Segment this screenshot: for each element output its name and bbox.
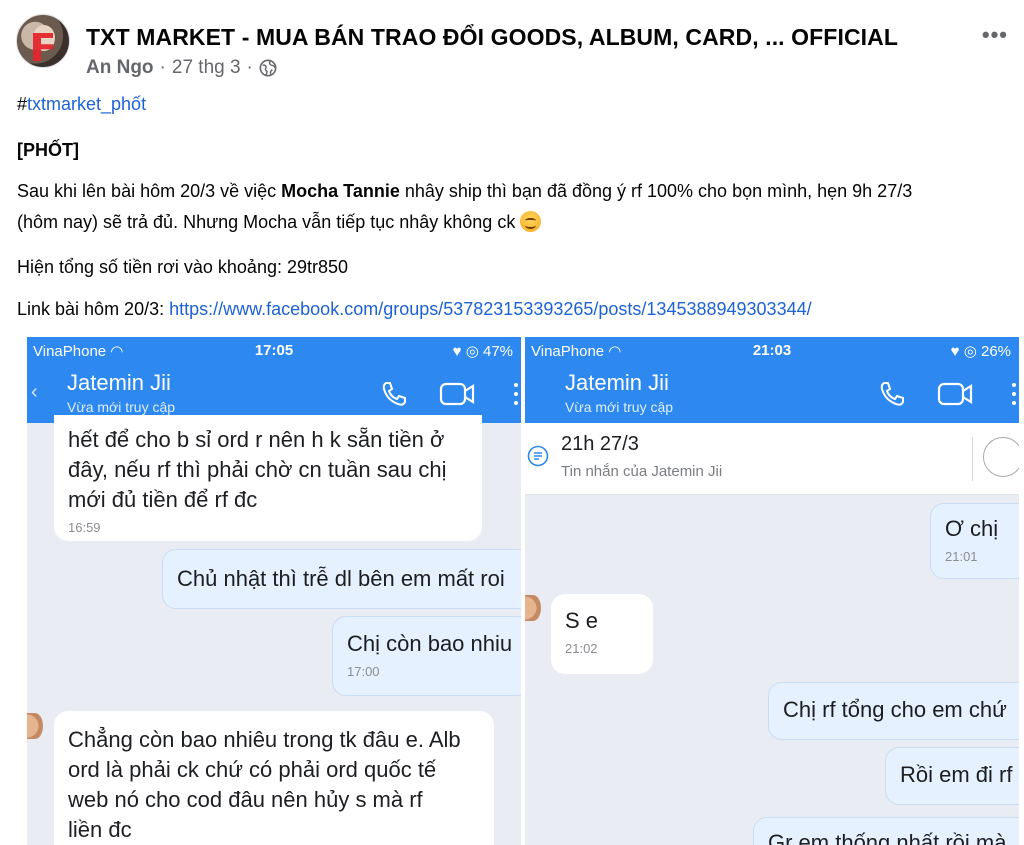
- message-line: S e: [565, 608, 599, 633]
- back-icon: ‹: [31, 381, 38, 403]
- seller-name: Mocha Tannie: [281, 181, 400, 201]
- message-time: 21:01: [945, 549, 978, 564]
- carrier: VinaPhone ◠: [531, 342, 621, 360]
- message-bubble-outgoing: Chủ nhật thì trễ dl bên em mất roi: [162, 549, 521, 609]
- video-call-icon: [937, 382, 973, 406]
- reminder-subtitle: Tin nhắn của Jatemin Jii: [561, 463, 723, 480]
- contact-avatar-icon: [27, 713, 43, 739]
- message-bubble-incoming: Chẳng còn bao nhiêu trong tk đâu e. Alb …: [54, 711, 494, 845]
- wifi-icon: ◠: [608, 343, 622, 360]
- message-bubble-outgoing: Chị còn bao nhiu 17:00: [332, 616, 521, 696]
- contact-avatar-icon: [525, 595, 541, 621]
- phone-call-icon: [382, 382, 406, 406]
- post-paragraph-1-line-2: (hôm nay) sẽ trả đủ. Nhưng Mocha vẫn tiế…: [17, 207, 542, 237]
- chevron-down-icon[interactable]: [983, 437, 1019, 477]
- chat-screenshot-left[interactable]: VinaPhone ◠ 17:05 ♥ ◎ 47% ‹ Jatemin Jii …: [27, 337, 521, 845]
- status-bar: VinaPhone ◠ 21:03 ♥ ◎ 26%: [525, 337, 1019, 363]
- presence-status: Vừa mới truy cập: [565, 399, 674, 415]
- reminder-list-icon: [527, 445, 549, 467]
- post-paragraph-1-line-1: Sau khi lên bài hôm 20/3 về việc Mocha T…: [17, 176, 912, 206]
- group-name-link[interactable]: TXT MARKET - MUA BÁN TRAO ĐỔI GOODS, ALB…: [86, 24, 898, 51]
- status-bar: VinaPhone ◠ 17:05 ♥ ◎ 47%: [27, 337, 521, 363]
- separator: [972, 437, 973, 481]
- phone-call-icon: [880, 382, 904, 406]
- facebook-post-link[interactable]: https://www.facebook.com/groups/53782315…: [169, 299, 812, 319]
- group-avatar[interactable]: [16, 14, 70, 68]
- chat-screenshot-right[interactable]: VinaPhone ◠ 21:03 ♥ ◎ 26% Jatemin Jii Vừ…: [525, 337, 1019, 845]
- post-date[interactable]: 27 thg 3: [172, 57, 241, 79]
- chat-header: Jatemin Jii Vừa mới truy cập: [525, 363, 1019, 423]
- carrier-label: VinaPhone: [531, 343, 609, 360]
- message-line: ord là phải ck chứ có phải ord quốc tế: [68, 757, 437, 782]
- post-meta: An Ngo · 27 thg 3 ·: [86, 57, 277, 79]
- battery-status: ♥ ◎ 47%: [452, 343, 513, 360]
- message-line: Chị rf tổng cho em chứ: [783, 697, 1007, 722]
- more-options-icon[interactable]: •••: [982, 22, 1008, 48]
- presence-status: Vừa mới truy cập: [67, 399, 176, 415]
- message-line: Chị còn bao nhiu: [347, 631, 513, 656]
- text-span: (hôm nay) sẽ trả đủ. Nhưng Mocha vẫn tiế…: [17, 212, 521, 232]
- menu-icon: [1012, 383, 1016, 405]
- message-bubble-outgoing: Ơ chị 21:01: [930, 503, 1019, 579]
- link-line: Link bài hôm 20/3: https://www.facebook.…: [17, 294, 812, 324]
- contact-name: Jatemin Jii: [565, 370, 669, 395]
- meta-dot: ·: [159, 57, 166, 78]
- message-line: Chẳng còn bao nhiêu trong tk đâu e. Alb: [68, 727, 461, 752]
- message-bubble-outgoing: Chị rf tổng cho em chứ: [768, 682, 1019, 740]
- smile-emoji-icon: [520, 211, 542, 232]
- menu-icon: [514, 383, 518, 405]
- message-line: hết để cho b sỉ ord r nên h k sẵn tiền ở: [68, 427, 445, 452]
- hashtag-link[interactable]: txtmarket_phốt: [27, 94, 146, 114]
- contact-name: Jatemin Jii: [67, 370, 171, 395]
- video-call-icon: [439, 382, 475, 406]
- carrier: VinaPhone ◠: [33, 342, 123, 360]
- message-time: 16:59: [68, 520, 101, 535]
- hash-symbol: #: [17, 94, 28, 114]
- message-bubble-incoming: S e 21:02: [551, 594, 653, 674]
- message-line: Ơ chị: [945, 516, 999, 541]
- reminder-title: 21h 27/3: [561, 433, 639, 455]
- wifi-icon: ◠: [110, 343, 124, 360]
- message-bubble-outgoing: Rồi em đi rf: [885, 747, 1019, 805]
- message-line: liền đc: [68, 817, 132, 842]
- message-bubble-outgoing: Gr em thống nhất rồi mà: [753, 817, 1019, 845]
- globe-icon: [259, 59, 277, 77]
- hashtag-line: #txtmarket_phốt: [17, 89, 146, 119]
- message-line: Chủ nhật thì trễ dl bên em mất roi: [177, 566, 505, 591]
- message-time: 21:02: [565, 641, 598, 656]
- post-paragraph-2: Hiện tổng số tiền rơi vào khoảng: 29tr85…: [17, 257, 349, 277]
- message-bubble-incoming: hết để cho b sỉ ord r nên h k sẵn tiền ở…: [54, 415, 482, 541]
- message-time: 17:00: [347, 664, 380, 679]
- message-line: Gr em thống nhất rồi mà: [768, 830, 1007, 845]
- message-line: web nó cho cod đâu nên hủy s mà rf: [68, 787, 423, 812]
- clock: 21:03: [752, 342, 792, 359]
- battery-status: ♥ ◎ 26%: [950, 343, 1011, 360]
- chat-header: ‹ Jatemin Jii Vừa mới truy cập: [27, 363, 521, 423]
- link-prefix: Link bài hôm 20/3:: [17, 299, 170, 319]
- avatar-logo-mark: [33, 33, 53, 61]
- meta-dot: ·: [246, 57, 253, 78]
- message-line: mới đủ tiền để rf đc: [68, 487, 258, 512]
- author-name[interactable]: An Ngo: [86, 57, 154, 79]
- message-line: đây, nếu rf thì phải chờ cn tuần sau chị: [68, 457, 447, 482]
- clock: 17:05: [254, 342, 294, 359]
- post-tag-line: [PHỐT]: [17, 140, 79, 160]
- pinned-reminder-bar[interactable]: 21h 27/3 Tin nhắn của Jatemin Jii: [525, 423, 1019, 495]
- message-line: Rồi em đi rf: [900, 762, 1013, 787]
- text-span: Sau khi lên bài hôm 20/3 về việc: [17, 181, 282, 201]
- text-span: nhây ship thì bạn đã đồng ý rf 100% cho …: [399, 181, 913, 201]
- carrier-label: VinaPhone: [33, 343, 111, 360]
